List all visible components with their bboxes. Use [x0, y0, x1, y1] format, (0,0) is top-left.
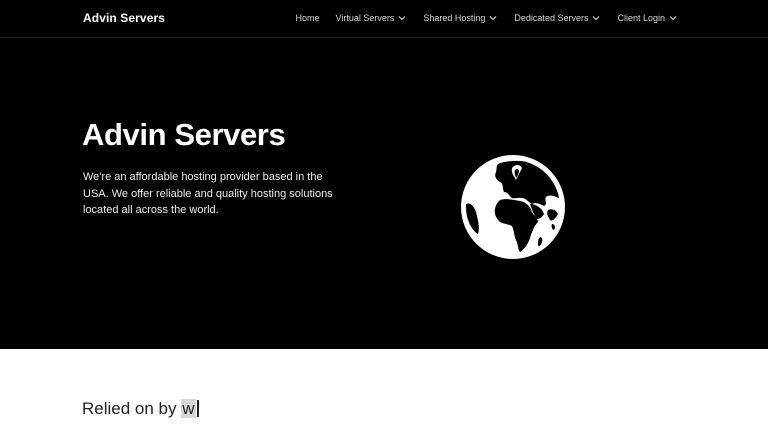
nav-client-login[interactable]: Client Login	[617, 13, 678, 23]
nav-client-login-label: Client Login	[617, 13, 665, 23]
hero-section: Advin Servers We're an affordable hostin…	[0, 38, 768, 349]
relied-heading: Relied on by w	[82, 399, 199, 419]
nav-dedicated-servers[interactable]: Dedicated Servers	[514, 13, 601, 23]
text-caret	[196, 400, 199, 417]
globe-icon	[461, 155, 565, 259]
relied-prefix: Relied on by	[82, 399, 182, 418]
relied-section: Relied on by w	[0, 349, 768, 426]
nav-shared-hosting-label: Shared Hosting	[423, 13, 486, 23]
hero-title: Advin Servers	[82, 117, 286, 152]
chevron-down-icon	[490, 16, 497, 21]
nav-virtual-servers-label: Virtual Servers	[335, 13, 395, 23]
hero-description: We're an affordable hosting provider bas…	[83, 171, 333, 216]
nav-home-label: Home	[295, 13, 320, 23]
main-nav: Home Virtual Servers Shared Hosting Dedi…	[296, 13, 679, 23]
nav-virtual-servers[interactable]: Virtual Servers	[336, 13, 408, 23]
nav-dedicated-servers-label: Dedicated Servers	[514, 13, 589, 23]
brand-logo[interactable]: Advin Servers	[83, 11, 165, 25]
chevron-down-icon	[593, 16, 600, 21]
chevron-down-icon	[669, 16, 677, 21]
typed-text: w	[181, 399, 196, 418]
site-header: Advin Servers Home Virtual Servers Share…	[0, 0, 768, 38]
chevron-down-icon	[398, 16, 406, 21]
nav-shared-hosting[interactable]: Shared Hosting	[423, 13, 498, 23]
nav-home[interactable]: Home	[296, 13, 320, 23]
